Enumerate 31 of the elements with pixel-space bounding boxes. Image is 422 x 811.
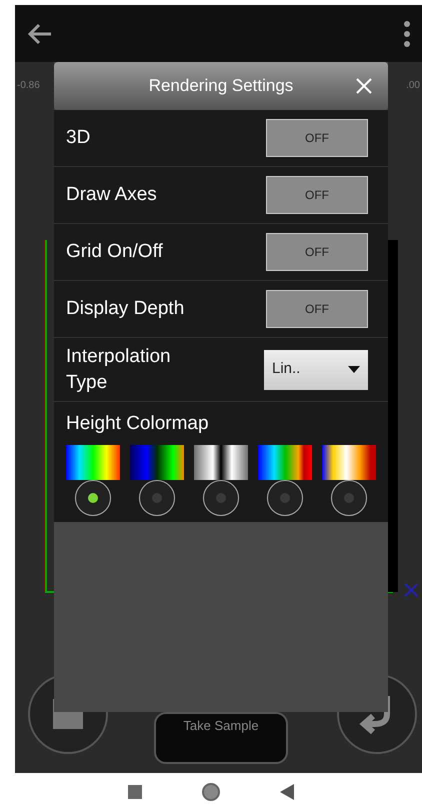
dialog-title: Rendering Settings	[148, 75, 294, 98]
colormap-swatch	[258, 444, 312, 480]
radio-button[interactable]	[75, 480, 111, 516]
axis-label: .00	[406, 79, 420, 93]
colormap-swatch	[130, 444, 184, 480]
toggle-button[interactable]: OFF	[266, 290, 368, 328]
toggle-button[interactable]: OFF	[266, 119, 368, 157]
radio-button[interactable]	[203, 480, 239, 516]
setting-label: 3D	[66, 126, 90, 150]
radio-button[interactable]	[267, 480, 303, 516]
setting-label: Display Depth	[66, 296, 184, 321]
take-sample-button[interactable]: Take Sample	[154, 712, 288, 764]
back-arrow-icon[interactable]	[27, 22, 53, 44]
setting-label: Grid On/Off	[66, 240, 163, 264]
home-icon[interactable]	[202, 783, 220, 801]
interpolation-dropdown[interactable]: Lin..	[264, 350, 368, 390]
colormap-swatch	[194, 444, 248, 480]
close-icon[interactable]	[356, 78, 372, 94]
radio-button[interactable]	[139, 480, 175, 516]
colormap-swatch	[322, 444, 376, 480]
toggle-button[interactable]: OFF	[266, 176, 368, 214]
dropdown-caret-icon	[348, 366, 360, 373]
toggle-button[interactable]: OFF	[266, 233, 368, 271]
setting-label: Height Colormap	[66, 412, 210, 436]
more-icon[interactable]	[404, 20, 410, 46]
setting-label: Interpolation Type	[66, 344, 172, 394]
setting-label: Draw Axes	[66, 182, 157, 207]
back-icon[interactable]	[280, 784, 294, 800]
radio-button[interactable]	[331, 480, 367, 516]
colormap-swatch	[66, 444, 120, 480]
axis-label: -0.86	[17, 79, 40, 93]
